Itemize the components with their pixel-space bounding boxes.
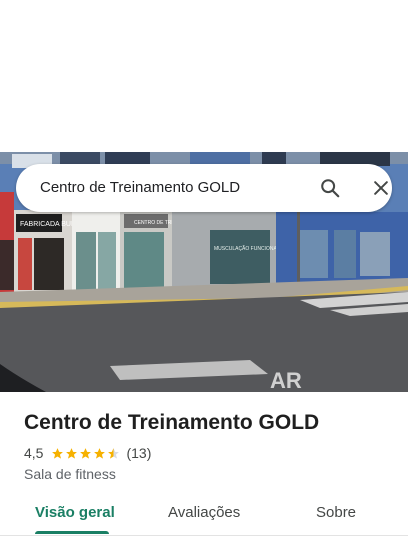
- tab-avaliacoes[interactable]: Avaliações: [168, 496, 240, 534]
- place-category: Sala de fitness: [24, 466, 116, 482]
- tab-sobre[interactable]: Sobre: [316, 496, 356, 534]
- rating-row[interactable]: 4,5 (13): [24, 443, 151, 463]
- road-marking: AR: [270, 368, 302, 392]
- place-title: Centro de Treinamento GOLD: [24, 411, 320, 434]
- search-icon[interactable]: [314, 172, 346, 204]
- star-icon: [94, 447, 106, 459]
- review-count: (13): [126, 445, 152, 461]
- star-icon: [80, 447, 92, 459]
- search-bar[interactable]: Centro de Treinamento GOLD: [16, 164, 392, 212]
- window-text: MUSCULAÇÃO FUNCIONAL: [214, 245, 280, 252]
- star-icon: [52, 447, 64, 459]
- close-icon[interactable]: [365, 172, 397, 204]
- active-tab-indicator: [35, 531, 109, 534]
- star-half-icon: [108, 447, 120, 459]
- star-icon: [66, 447, 78, 459]
- search-input[interactable]: Centro de Treinamento GOLD: [40, 164, 240, 212]
- rating-value: 4,5: [24, 445, 44, 461]
- rating-stars: [51, 447, 121, 460]
- tab-visao-geral[interactable]: Visão geral: [35, 496, 115, 534]
- tab-bar: Visão geral Avaliações Sobre: [0, 496, 408, 536]
